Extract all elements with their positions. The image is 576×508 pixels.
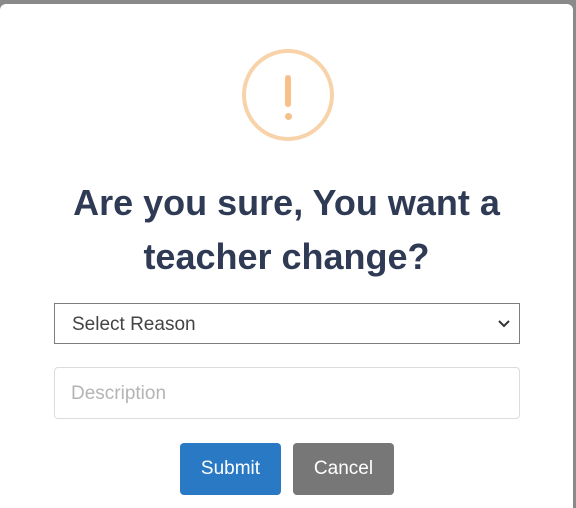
submit-button[interactable]: Submit xyxy=(180,443,281,495)
confirm-dialog: Are you sure, You want a teacher change?… xyxy=(0,4,573,508)
warning-icon-bar xyxy=(285,75,291,107)
warning-icon-dot xyxy=(284,113,292,120)
cancel-button[interactable]: Cancel xyxy=(293,443,394,495)
description-placeholder: Description xyxy=(71,383,167,404)
warning-icon xyxy=(242,49,334,141)
description-field[interactable]: Description xyxy=(54,367,520,419)
reason-select-value: Select Reason xyxy=(72,314,196,335)
chevron-down-icon xyxy=(498,320,510,328)
reason-select[interactable]: Select Reason xyxy=(54,303,520,344)
dialog-title: Are you sure, You want a teacher change? xyxy=(73,182,500,277)
